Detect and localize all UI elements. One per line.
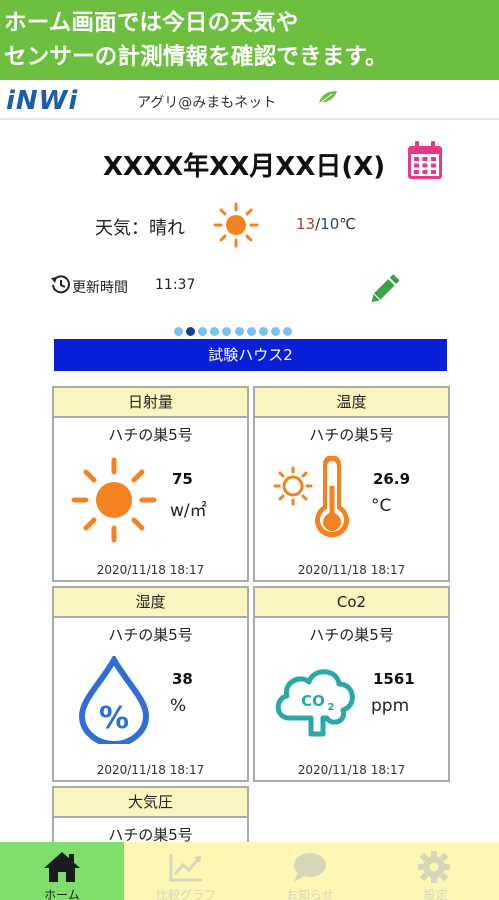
card-title: 温度	[255, 388, 448, 418]
history-icon	[51, 275, 70, 294]
temperature-range: 13/10℃	[296, 215, 356, 233]
bottom-tab-bar: ホーム 比較グラフ お知らせ 設定	[0, 842, 499, 900]
tab-label: ホーム	[44, 888, 80, 900]
sensor-card-humidity[interactable]: 湿度 ハチの巣5号 % 38 % 2020/11/18 18:17	[52, 586, 249, 782]
temp-high: 13	[296, 215, 316, 233]
pager-dot[interactable]	[234, 327, 244, 336]
date-row: XXXX年XX月XX日(X)	[0, 140, 499, 184]
gear-icon	[418, 851, 450, 883]
chat-bubble-icon	[294, 853, 326, 882]
tab-label: 比較グラフ	[155, 888, 216, 900]
card-title: 日射量	[54, 388, 247, 418]
card-value: 1561	[373, 670, 415, 688]
card-value: 26.9	[373, 470, 411, 488]
co2-cloud-icon: CO 2	[275, 669, 355, 737]
leaf-icon	[319, 91, 337, 104]
update-label: 更新時間	[72, 280, 128, 296]
app-logo: iNWi	[6, 86, 79, 116]
sun-icon	[213, 202, 259, 248]
pager-dot[interactable]	[271, 327, 281, 336]
tab-label: お知らせ	[286, 888, 334, 900]
pager-dot[interactable]	[210, 327, 220, 336]
card-title: 大気圧	[54, 788, 247, 818]
tab-compare-graph[interactable]: 比較グラフ	[124, 842, 248, 900]
pager-dots-inner	[172, 321, 294, 340]
card-value: 38	[172, 670, 193, 688]
update-row: 更新時間 11:37	[0, 268, 499, 308]
card-title: Co2	[255, 588, 448, 618]
house-selector[interactable]: 試験ハウス2	[54, 339, 447, 371]
pager-dot[interactable]	[197, 327, 207, 336]
tab-home[interactable]: ホーム	[0, 842, 124, 900]
svg-text:2: 2	[328, 702, 335, 713]
card-title: 湿度	[54, 588, 247, 618]
current-date: XXXX年XX月XX日(X)	[103, 152, 386, 182]
humidity-drop-icon: %	[78, 656, 150, 744]
calendar-icon[interactable]	[405, 140, 445, 182]
pager-dot[interactable]	[222, 327, 232, 336]
svg-text:CO: CO	[301, 692, 325, 710]
card-value: 75	[172, 470, 193, 488]
sensor-card-co2[interactable]: Co2 ハチの巣5号 CO 2 1561 ppm 2020/11/18 18:1…	[253, 586, 450, 782]
pager-dots	[0, 321, 499, 336]
home-icon	[44, 852, 80, 882]
card-date: 2020/11/18 18:17	[297, 563, 406, 577]
tab-notifications[interactable]: お知らせ	[248, 842, 372, 900]
pager-dot[interactable]	[246, 327, 256, 336]
temp-low: 10	[320, 215, 340, 233]
app-name: アグリ@みまもネット	[137, 95, 277, 111]
card-device: ハチの巣5号	[309, 426, 394, 444]
card-unit: %	[170, 696, 187, 716]
weather-row: 天気：晴れ 13/10℃	[0, 200, 499, 250]
pager-dot[interactable]	[173, 327, 183, 336]
weather-label: 天気：晴れ	[95, 218, 185, 239]
update-time: 11:37	[155, 277, 196, 293]
svg-text:%: %	[99, 701, 129, 736]
app-header: iNWi アグリ@みまもネット	[0, 80, 499, 120]
pager-dot[interactable]	[258, 327, 268, 336]
card-device: ハチの巣5号	[108, 626, 193, 644]
card-unit: ppm	[371, 696, 410, 716]
card-date: 2020/11/18 18:17	[96, 563, 205, 577]
instruction-banner: ホーム画面では今日の天気や センサーの計測情報を確認できます。	[0, 0, 499, 80]
card-device: ハチの巣5号	[108, 426, 193, 444]
tab-label: 設定	[423, 888, 448, 900]
pencil-icon[interactable]	[365, 270, 403, 308]
card-unit: °C	[371, 496, 392, 516]
sensor-card-pressure[interactable]: 大気圧 ハチの巣5号	[52, 786, 249, 846]
card-date: 2020/11/18 18:17	[297, 763, 406, 777]
banner-line-1: ホーム画面では今日の天気や	[4, 10, 299, 36]
banner-line-2: センサーの計測情報を確認できます。	[4, 44, 388, 70]
pager-dot[interactable]	[283, 327, 293, 336]
card-date: 2020/11/18 18:17	[96, 763, 205, 777]
sensor-card-temperature[interactable]: 温度 ハチの巣5号 26.9 °C 2020/11/18 18:17	[253, 386, 450, 582]
sun-icon	[71, 457, 157, 543]
chart-icon	[169, 854, 202, 882]
pager-dot[interactable]	[185, 327, 195, 336]
thermometer-icon	[273, 456, 349, 538]
card-unit: w/㎡	[170, 501, 207, 521]
sensor-card-solar[interactable]: 日射量 ハチの巣5号 75 w/㎡ 2020/11/18 18:17	[52, 386, 249, 582]
tab-settings[interactable]: 設定	[372, 842, 499, 900]
sensor-grid: 日射量 ハチの巣5号 75 w/㎡ 2020/11/18 18:17 温度 ハチ…	[52, 386, 450, 846]
card-device: ハチの巣5号	[309, 626, 394, 644]
temp-unit: ℃	[339, 215, 357, 233]
